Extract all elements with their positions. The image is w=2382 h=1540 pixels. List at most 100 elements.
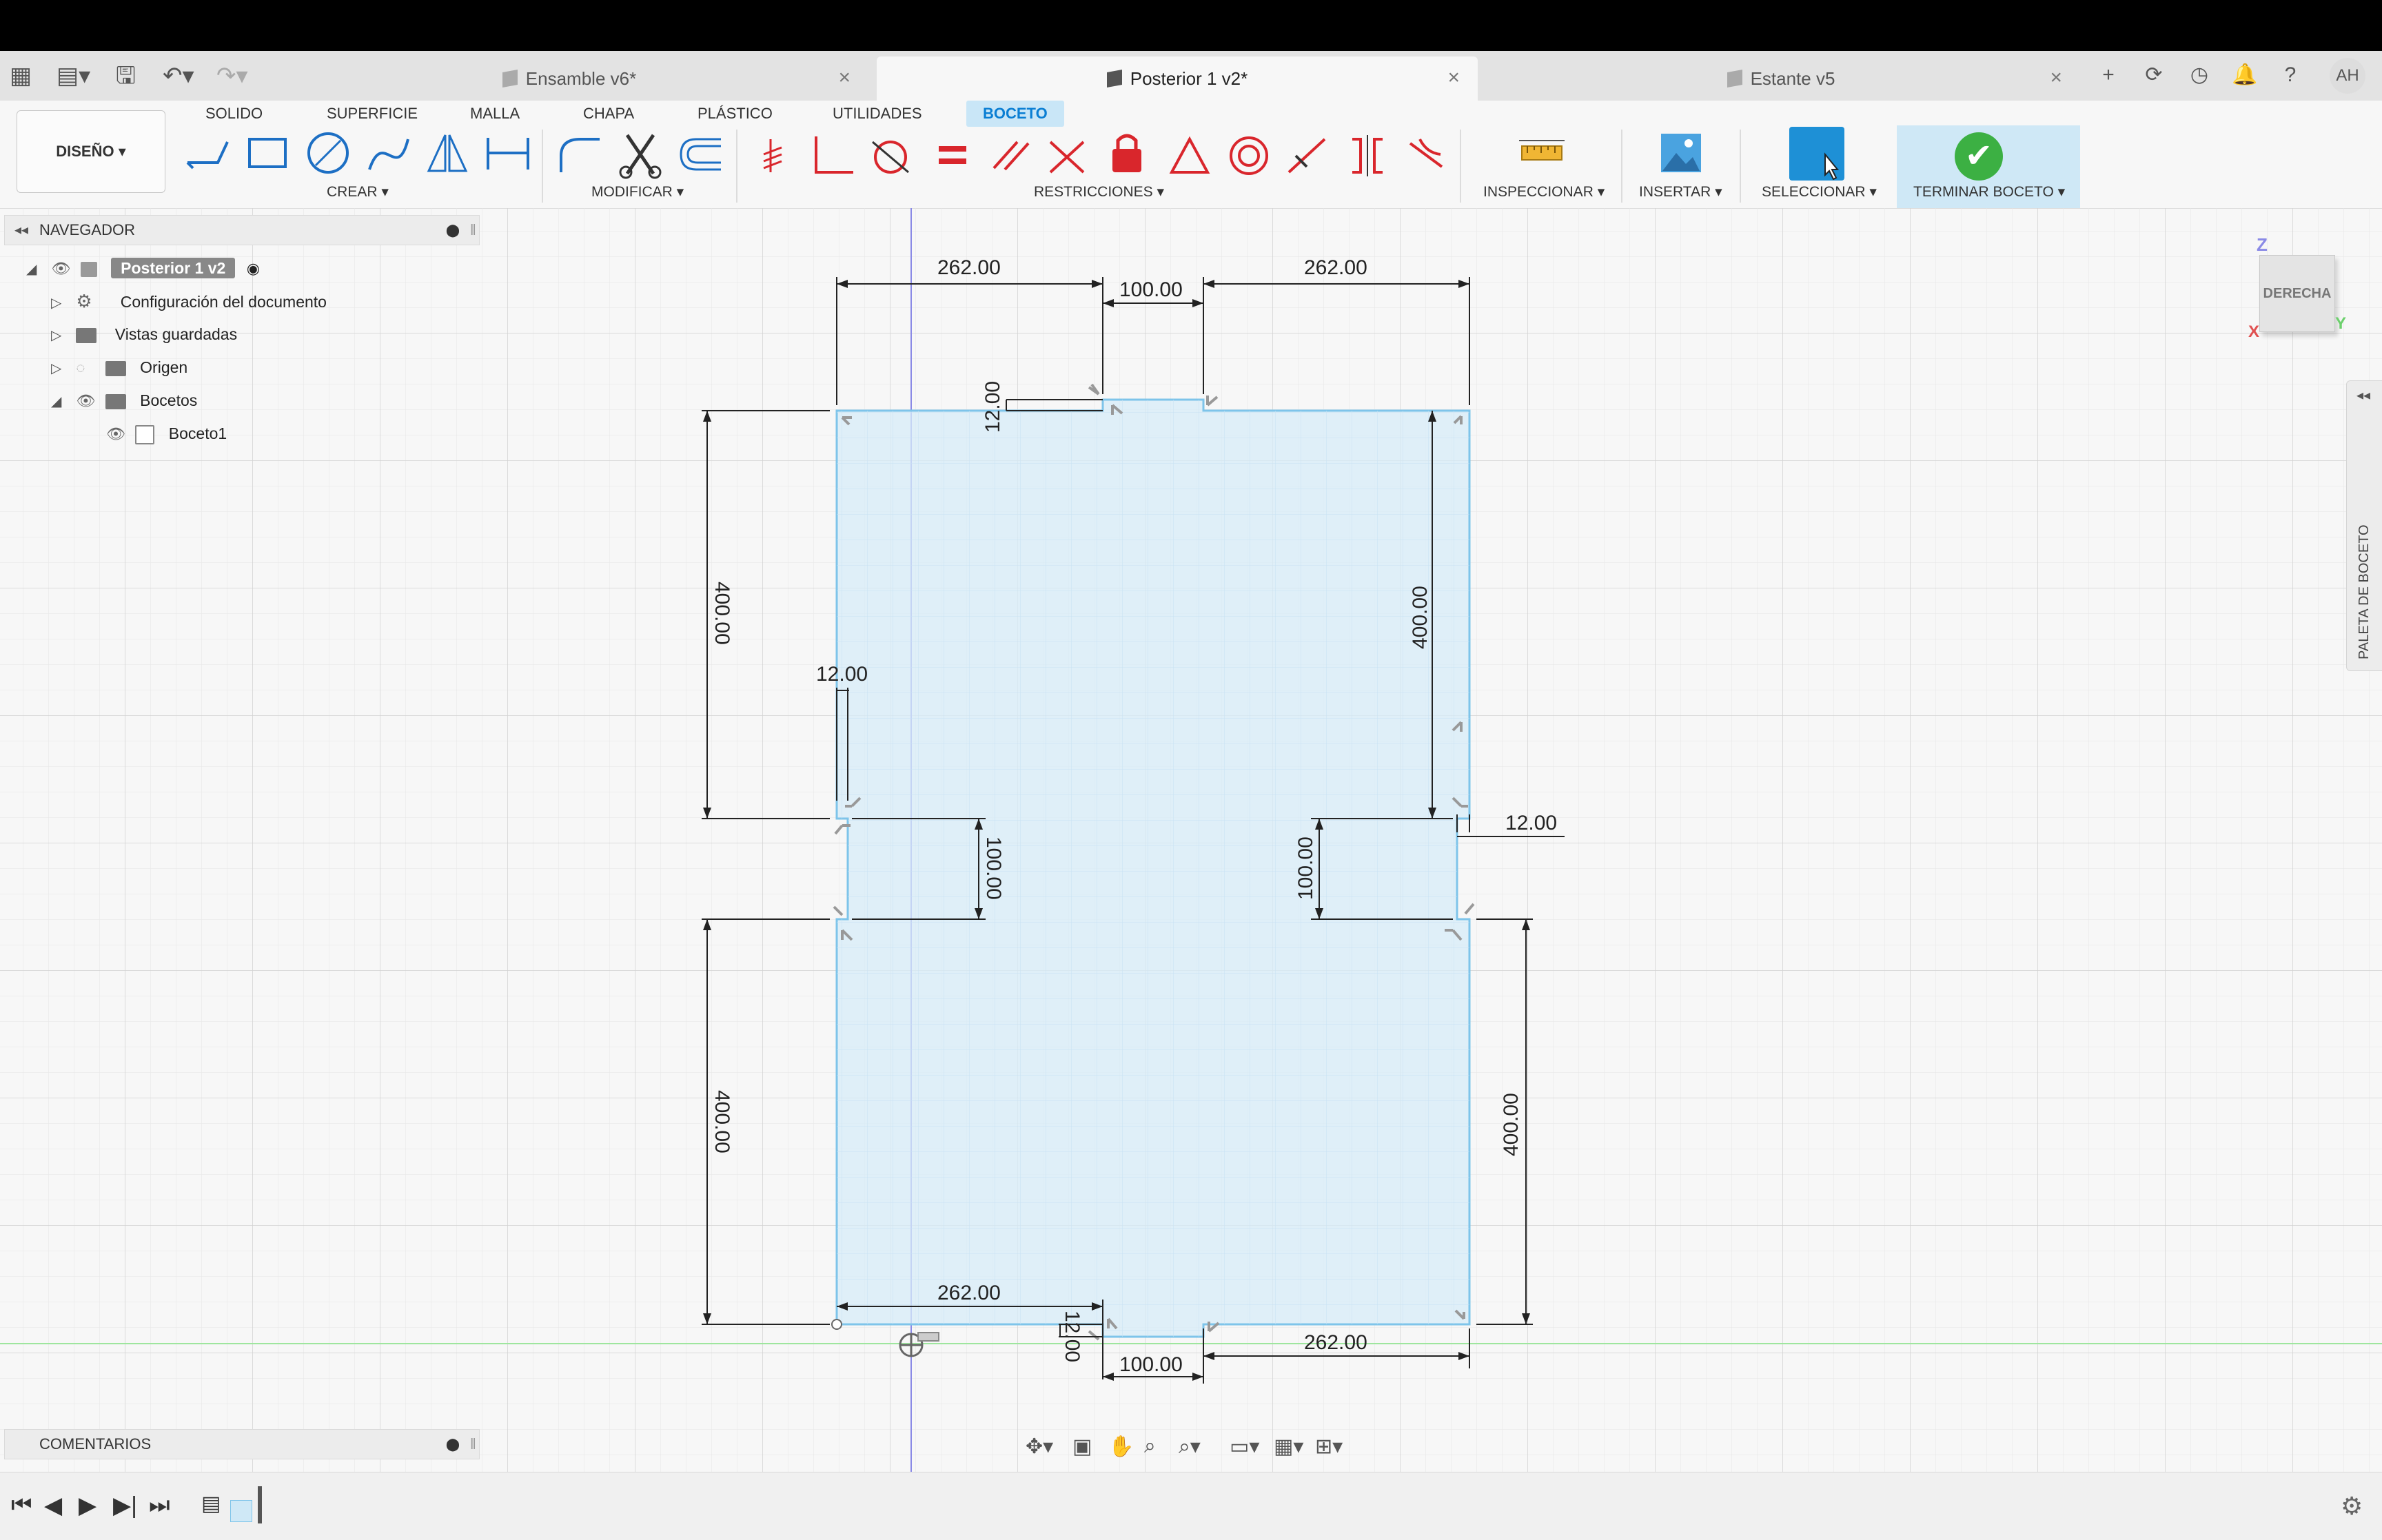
nav-item-config[interactable]: ▷ ⚙ Configuración del documento [51,287,327,316]
perpendicular-constraint-icon[interactable] [815,136,853,174]
sketch-palette-tab[interactable]: ◂◂ PALETA DE BOCETO [2346,380,2382,671]
go-to-start-icon[interactable]: ⏮ [11,1492,32,1519]
concentric-constraint-icon[interactable] [1230,136,1268,175]
look-at-icon[interactable]: ▣ [1072,1435,1092,1459]
panel-pin-icon[interactable]: ⬤ [446,1430,460,1459]
group-modificar[interactable]: MODIFICAR ▾ [591,183,684,201]
file-menu-icon[interactable]: ▤▾ [57,62,90,90]
origin-point[interactable] [831,1319,842,1330]
nav-item-origen[interactable]: ▷ ◌ Origen [51,353,187,382]
view-cube[interactable]: DERECHA [2259,255,2335,332]
coincident-constraint-icon[interactable] [763,139,782,172]
rectangle-tool-icon[interactable] [248,138,287,168]
dim-right-upper: 400.00 [1409,586,1432,649]
group-crear[interactable]: CREAR ▾ [327,183,389,201]
orbit-icon[interactable]: ✥▾ [1026,1435,1053,1459]
play-icon[interactable]: ▶ [79,1492,96,1519]
help-icon[interactable]: ? [2276,61,2305,90]
tangent-constraint-icon[interactable] [872,141,909,174]
nav-item-bocetos[interactable]: ◢ 👁 Bocetos [51,386,197,415]
trim-tool-icon[interactable] [619,134,662,179]
group-seleccionar[interactable]: SELECCIONAR ▾ [1762,183,1877,201]
midpoint-constraint-icon[interactable] [1169,136,1210,174]
step-forward-icon[interactable]: ▶| [113,1492,137,1519]
tab-row: ▦ ▤▾ 🖫 ↶▾ ↷▾ Ensamble v6* × Posterior 1 … [0,51,2382,101]
horizontal-vertical-constraint-icon[interactable] [1287,138,1326,174]
panel-resize-handle[interactable]: ‖ [470,1430,476,1459]
select-tool-button[interactable] [1789,127,1844,181]
navigator-header[interactable]: ◂◂ NAVEGADOR ⬤ ‖ [4,215,480,245]
timeline-marker[interactable] [258,1486,262,1523]
panel-pin-icon[interactable]: ⬤ [446,216,460,245]
tab-ensamble[interactable]: Ensamble v6* × [270,57,868,101]
nav-item-vistas[interactable]: ▷ Vistas guardadas [51,320,237,349]
nav-item-boceto1[interactable]: 👁 Boceto1 [106,419,227,448]
undo-icon[interactable]: ↶▾ [163,62,194,90]
measure-tool-icon[interactable] [1519,140,1565,161]
dim-top-center: 100.00 [1119,278,1183,301]
group-insertar[interactable]: INSERTAR ▾ [1639,183,1722,201]
dim-left-notch-w: 12.00 [816,663,868,686]
nav-root-item[interactable]: ◢ 👁 Posterior 1 v2 ◉ [26,254,260,283]
mirror-tool-icon[interactable] [427,134,468,172]
collapse-panel-icon[interactable]: ◂◂ [14,216,28,245]
tab-posterior[interactable]: Posterior 1 v2* × [877,57,1478,101]
job-status-icon[interactable]: ◷ [2185,61,2214,90]
save-icon[interactable]: 🖫 [116,62,136,90]
timeline-feature-icon[interactable] [230,1500,252,1522]
redo-icon[interactable]: ↷▾ [216,62,248,90]
active-radio-icon[interactable]: ◉ [247,260,260,277]
fit-zoom-icon[interactable]: ⌕▾ [1179,1435,1201,1459]
dim-bottom-left: 262.00 [937,1282,1001,1304]
group-terminar-boceto[interactable]: TERMINAR BOCETO ▾ [1913,183,2065,201]
curvature-constraint-icon[interactable] [1409,138,1443,168]
close-tab-icon[interactable]: × [1447,66,1460,90]
close-tab-icon[interactable]: × [838,66,851,90]
expand-arrow-icon[interactable]: ▷ [51,289,72,318]
collapse-arrow-icon[interactable]: ◢ [26,255,47,284]
fix-constraint-icon[interactable] [1112,134,1141,172]
panel-resize-handle[interactable]: ‖ [470,216,476,245]
step-back-icon[interactable]: ◀ [44,1492,62,1519]
close-tab-icon[interactable]: × [2050,66,2062,90]
viewports-icon[interactable]: ⊞▾ [1315,1435,1343,1459]
offset-tool-icon[interactable] [680,138,721,171]
group-inspeccionar[interactable]: INSPECCIONAR ▾ [1483,183,1605,201]
zoom-icon[interactable]: ⌕ [1144,1435,1156,1458]
hidden-eye-icon[interactable]: ◌ [76,353,101,382]
symmetry-constraint-icon[interactable] [1352,135,1383,176]
visibility-eye-icon[interactable]: 👁 [76,387,101,415]
expand-arrow-icon[interactable]: ▷ [51,321,72,350]
display-settings-icon[interactable]: ▭▾ [1230,1435,1259,1459]
new-tab-icon[interactable]: + [2094,61,2123,90]
parallel-constraint-icon[interactable] [993,141,1030,171]
grid-settings-icon[interactable]: ▦▾ [1274,1435,1303,1459]
nav-item-label: Bocetos [140,391,198,409]
dimension-tool-icon[interactable] [487,138,529,170]
apps-grid-icon[interactable]: ▦ [10,62,32,90]
go-to-end-icon[interactable]: ⏭ [149,1492,170,1519]
timeline-sketch-icon[interactable]: ▤ [201,1492,221,1516]
insert-image-icon[interactable] [1661,134,1701,172]
expand-arrow-icon[interactable]: ▷ [51,354,72,383]
pan-hand-icon[interactable]: ✋ [1108,1435,1134,1459]
collinear-constraint-icon[interactable] [1049,141,1085,174]
extensions-icon[interactable]: ⟳ [2139,61,2168,90]
tab-estante[interactable]: Estante v5 × [1482,57,2080,101]
visibility-eye-icon[interactable]: 👁 [51,254,76,283]
group-restricciones[interactable]: RESTRICCIONES ▾ [1034,183,1164,201]
expand-palette-icon[interactable]: ◂◂ [2356,387,2370,404]
comments-panel[interactable]: COMENTARIOS ⬤ ‖ [4,1429,480,1459]
user-avatar[interactable]: AH [2330,58,2365,94]
equal-constraint-icon[interactable] [939,146,966,164]
toolbar-separator [542,130,543,203]
notifications-icon[interactable]: 🔔 [2230,61,2259,90]
timeline-settings-gear-icon[interactable]: ⚙ [2341,1492,2363,1521]
spline-tool-icon[interactable] [368,138,409,170]
circle-tool-icon[interactable] [307,132,349,174]
tab-label: Ensamble v6* [525,68,637,89]
collapse-arrow-icon[interactable]: ◢ [51,387,72,416]
visibility-eye-icon[interactable]: 👁 [106,420,131,449]
line-tool-icon[interactable] [186,141,229,170]
fillet-tool-icon[interactable] [560,138,600,172]
